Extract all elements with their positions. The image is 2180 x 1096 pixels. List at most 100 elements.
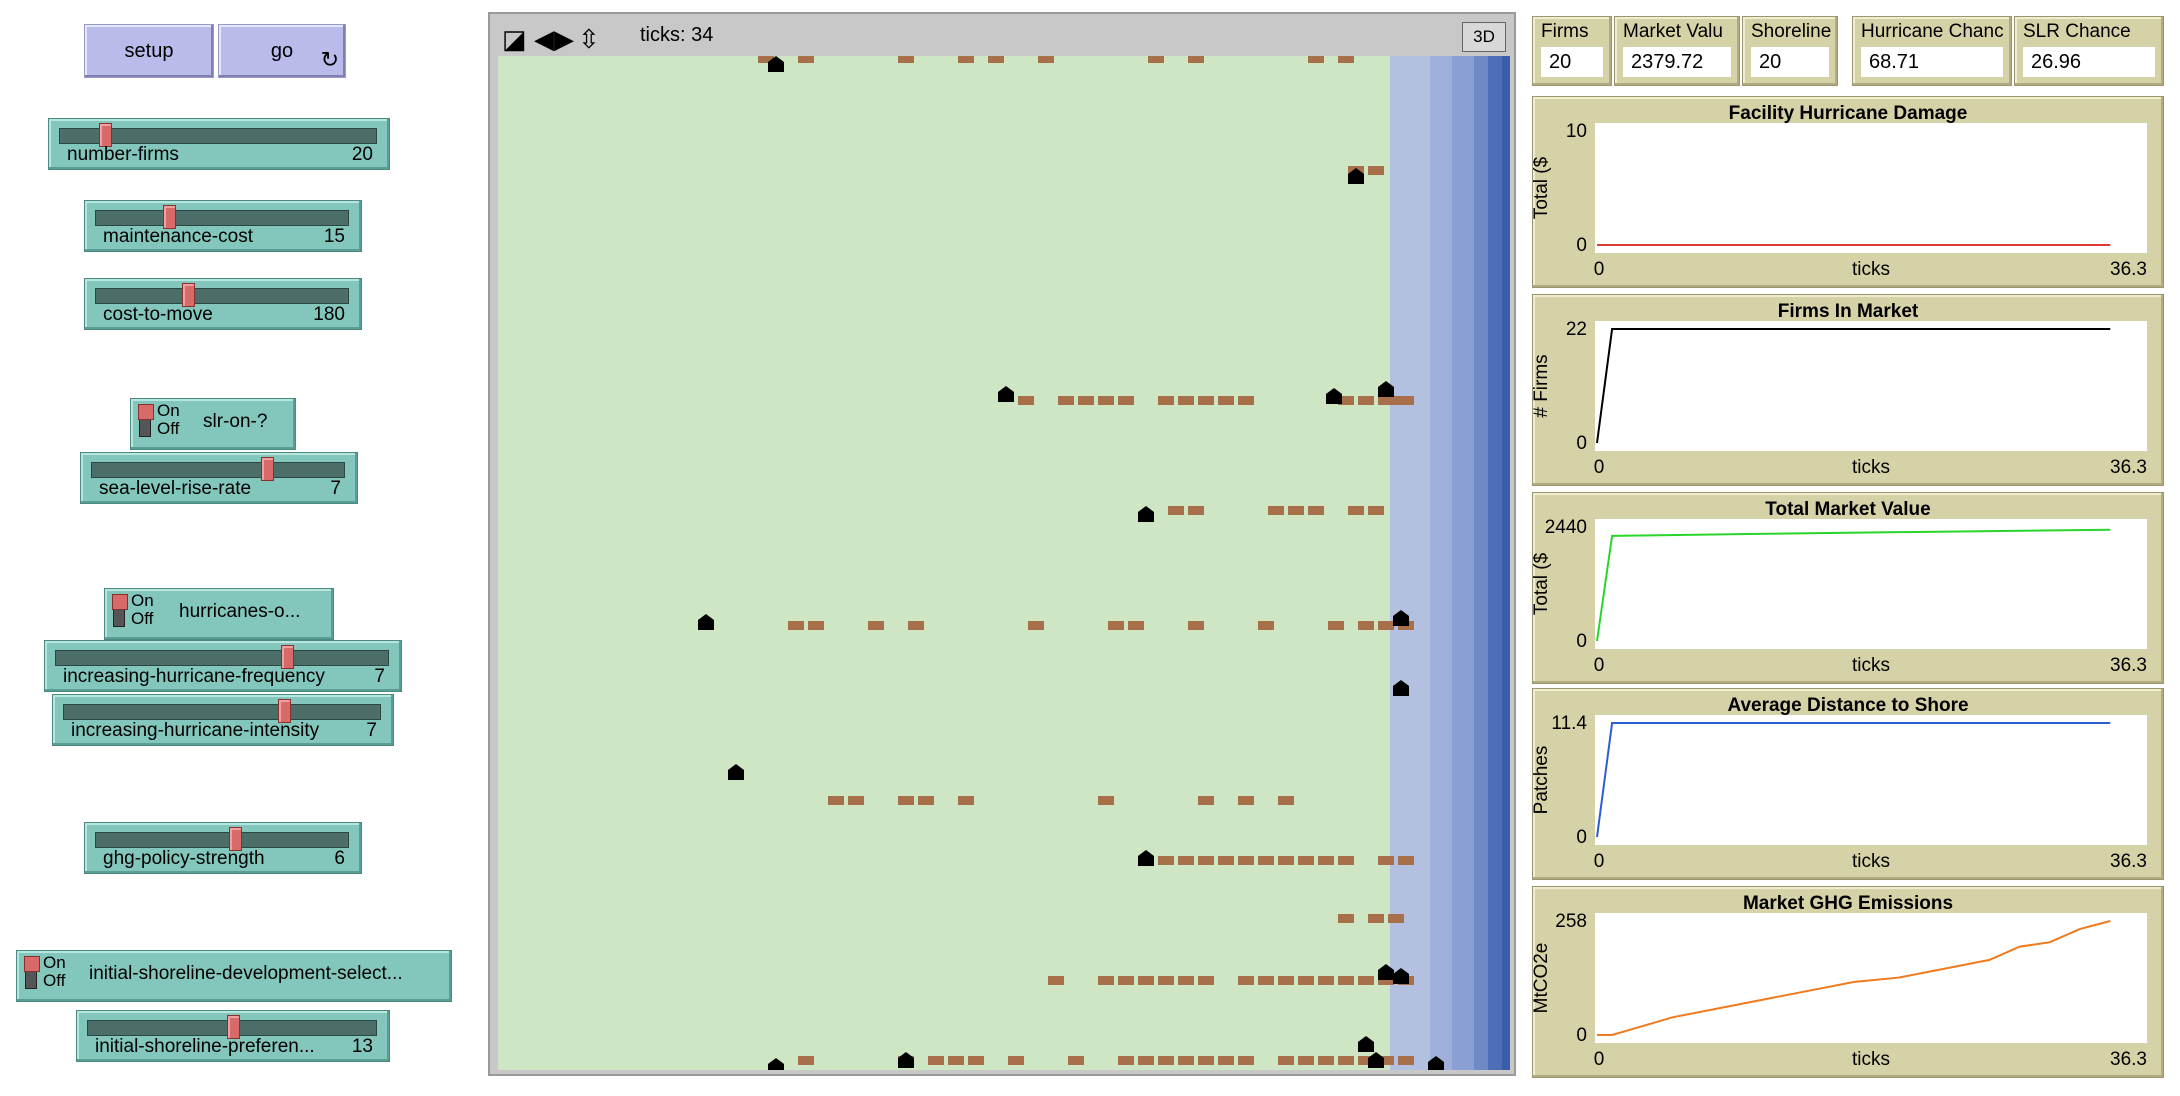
firm-agent	[798, 56, 814, 63]
slider-number-firms[interactable]: number-firms 20	[48, 118, 390, 170]
plot-market-ghg-emissions[interactable]: Market GHG Emissions 258 0 0 36.3 ticks MtCO2…	[1532, 886, 2164, 1078]
monitor-label: SLR Chance	[2023, 21, 2131, 42]
firm-agent	[1178, 1056, 1194, 1065]
firm-agent	[1238, 796, 1254, 805]
world-view[interactable]: ◪ ◀▶ ⇳ ticks: 34 3D	[488, 12, 1516, 1076]
firm-agent	[1358, 621, 1374, 630]
y-tick-label: 0	[1576, 631, 1587, 652]
plot-total-market-value[interactable]: Total Market Value 2440 0 0 36.3 ticks Total …	[1532, 492, 2164, 684]
slider-increasing-hurricane-intensity[interactable]: increasing-hurricane-intensity 7	[52, 694, 394, 746]
slider-label: cost-to-move	[103, 304, 213, 325]
y-tick-label: 0	[1576, 433, 1587, 454]
firm-agent	[1338, 914, 1354, 923]
firm-agent	[928, 1056, 944, 1065]
slider-value: 180	[313, 304, 345, 325]
slider-increasing-hurricane-frequency[interactable]: increasing-hurricane-frequency 7	[44, 640, 402, 692]
x-tick-label: 36.3	[2110, 259, 2147, 280]
setup-label: setup	[124, 39, 174, 62]
switch-initial-shoreline-development[interactable]: On Off initial-shoreline-development-sel…	[16, 950, 452, 1002]
firm-agent	[1258, 856, 1274, 865]
plot-area	[1595, 715, 2147, 845]
zoom-icon[interactable]: ◪	[502, 24, 527, 55]
firm-agent	[1338, 976, 1354, 985]
water-band	[1502, 56, 1510, 1070]
firm-agent	[1328, 621, 1344, 630]
slider-label: initial-shoreline-preferen...	[95, 1036, 315, 1057]
slider-track[interactable]	[55, 650, 389, 666]
firm-agent	[1318, 976, 1334, 985]
firm-agent	[1098, 976, 1114, 985]
firm-agent	[1118, 976, 1134, 985]
slider-track[interactable]	[63, 704, 381, 720]
slider-cost-to-move[interactable]: cost-to-move 180	[84, 278, 362, 330]
switch-label: initial-shoreline-development-select...	[89, 963, 403, 984]
slider-value: 7	[374, 666, 385, 687]
slider-value: 7	[330, 478, 341, 499]
firm-agent	[1148, 56, 1164, 63]
y-axis-label: Total ($	[1533, 156, 1552, 219]
firm-agent	[848, 796, 864, 805]
switch-slr-on[interactable]: On Off slr-on-?	[130, 398, 296, 450]
slider-maintenance-cost[interactable]: maintenance-cost 15	[84, 200, 362, 252]
y-axis-label: Patches	[1533, 746, 1552, 815]
firm-agent	[1078, 396, 1094, 405]
setup-button[interactable]: setup	[84, 24, 214, 78]
plot-area	[1595, 123, 2147, 253]
3d-button[interactable]: 3D	[1462, 22, 1506, 52]
water-band	[1488, 56, 1502, 1070]
x-axis-label: ticks	[1852, 457, 1890, 478]
monitor-value: 26.96	[2023, 47, 2155, 77]
firm-agent	[1368, 506, 1384, 515]
slider-initial-shoreline-preference[interactable]: initial-shoreline-preferen... 13	[76, 1010, 390, 1062]
forever-icon: ↻	[320, 47, 339, 72]
firm-agent	[1168, 506, 1184, 515]
switch-on-label: On	[157, 401, 180, 420]
switch-hurricanes-on[interactable]: On Off hurricanes-o...	[104, 588, 334, 640]
monitor-value: 2379.72	[1623, 47, 1731, 77]
switch-knob[interactable]	[138, 404, 154, 437]
slider-track[interactable]	[95, 832, 349, 848]
firm-agent	[788, 621, 804, 630]
plot-firms-in-market[interactable]: Firms In Market 22 0 0 36.3 ticks # Firms	[1532, 294, 2164, 486]
switch-on-label: On	[131, 591, 154, 610]
pan-vertical-icon[interactable]: ⇳	[578, 24, 600, 55]
monitor-label: Firms	[1541, 21, 1589, 42]
firm-agent	[968, 1056, 984, 1065]
plot-average-distance-to-shore[interactable]: Average Distance to Shore 11.4 0 0 36.3 tick…	[1532, 688, 2164, 880]
switch-knob[interactable]	[112, 594, 128, 627]
monitor-firms: Firms 20	[1532, 16, 1612, 86]
water-band	[1430, 56, 1452, 1070]
plot-facility-hurricane-damage[interactable]: Facility Hurricane Damage 10 0 0 36.3 ticks T…	[1532, 96, 2164, 288]
water-band	[1452, 56, 1474, 1070]
firm-agent	[1398, 396, 1414, 405]
world-canvas[interactable]	[498, 56, 1510, 1070]
firm-agent	[1118, 396, 1134, 405]
firm-agent	[1338, 1056, 1354, 1065]
pan-horizontal-icon[interactable]: ◀▶	[534, 24, 574, 55]
firm-agent	[1178, 396, 1194, 405]
firm-agent	[1128, 621, 1144, 630]
firm-agent	[1318, 856, 1334, 865]
slider-thumb[interactable]	[261, 457, 275, 481]
slider-track[interactable]	[95, 210, 349, 226]
firm-agent	[808, 621, 824, 630]
y-tick-label: 2440	[1545, 517, 1587, 538]
monitor-value: 20	[1751, 47, 1829, 77]
firm-agent	[1068, 1056, 1084, 1065]
slider-sea-level-rise-rate[interactable]: sea-level-rise-rate 7	[80, 452, 358, 504]
firm-agent	[1298, 1056, 1314, 1065]
firm-agent	[828, 796, 844, 805]
slider-track[interactable]	[91, 462, 345, 478]
slider-ghg-policy-strength[interactable]: ghg-policy-strength 6	[84, 822, 362, 874]
slider-value: 15	[323, 226, 345, 247]
firm-agent	[898, 56, 914, 63]
firm-agent	[918, 796, 934, 805]
firm-agent	[1238, 976, 1254, 985]
switch-on-label: On	[43, 953, 66, 972]
slider-value: 20	[351, 144, 373, 165]
go-button[interactable]: go ↻	[218, 24, 346, 78]
firm-agent	[1188, 506, 1204, 515]
firm-agent	[1358, 396, 1374, 405]
slider-track[interactable]	[95, 288, 349, 304]
switch-knob[interactable]	[24, 956, 40, 989]
